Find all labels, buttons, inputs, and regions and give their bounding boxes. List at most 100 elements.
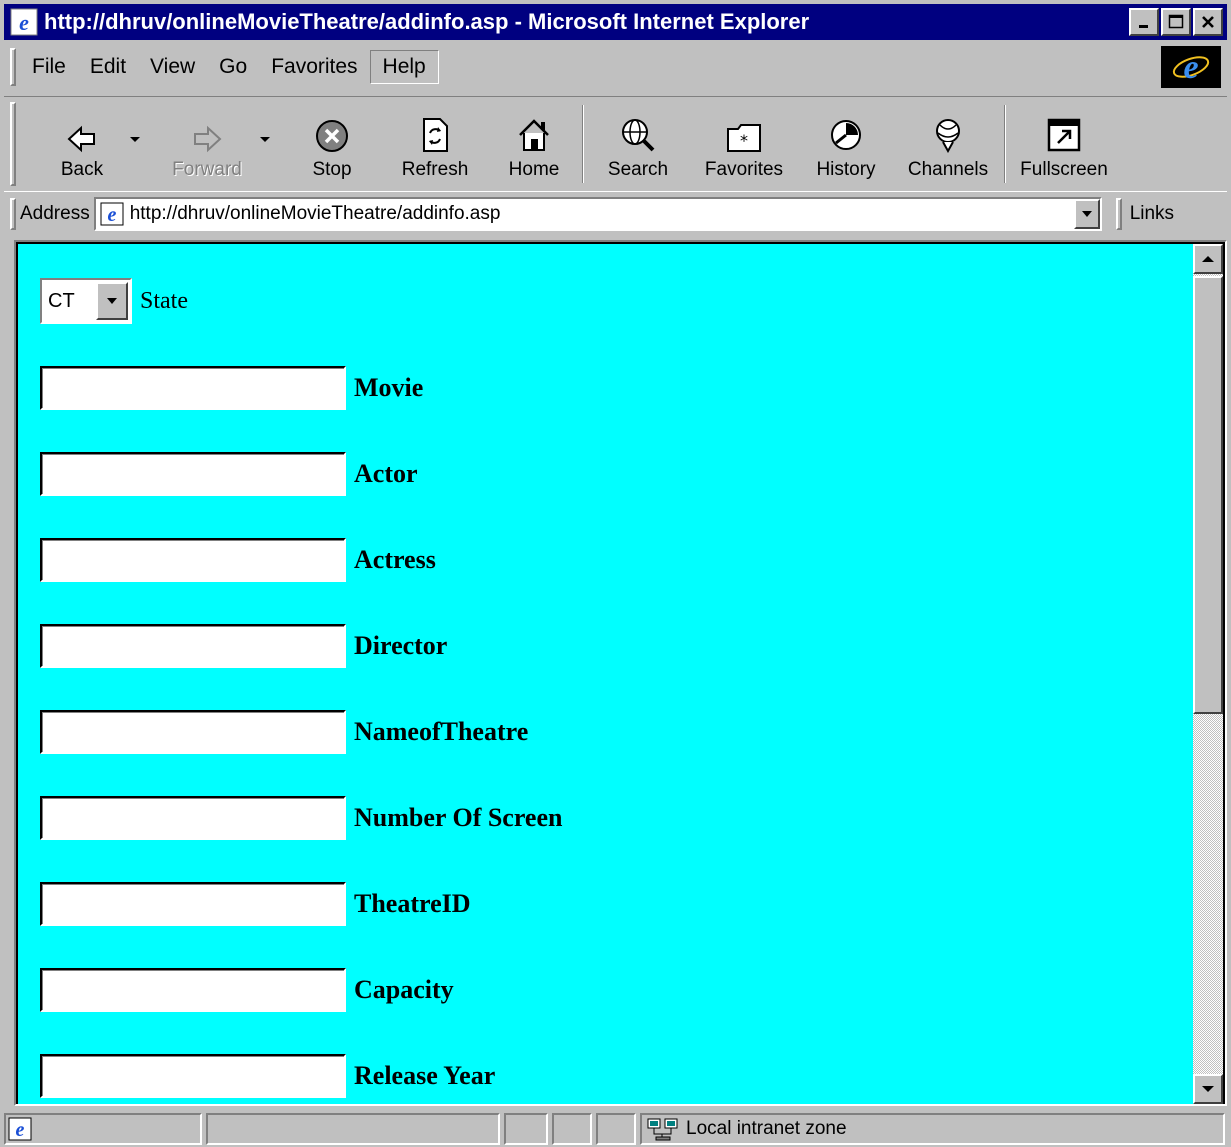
back-arrow-icon: [67, 125, 95, 153]
address-label: Address: [20, 203, 90, 224]
movie-input[interactable]: [40, 366, 346, 410]
refresh-button[interactable]: Refresh: [390, 97, 480, 191]
scroll-down-button[interactable]: [1193, 1074, 1223, 1104]
ie-page-icon: e: [10, 8, 38, 36]
menu-go[interactable]: Go: [207, 51, 259, 83]
search-globe-icon: [622, 119, 655, 152]
actor-input[interactable]: [40, 452, 346, 496]
menu-bar: File Edit View Go Favorites Help e: [4, 42, 1227, 92]
ie-logo-icon: e: [1172, 49, 1210, 86]
status-security-panel: [596, 1112, 636, 1145]
release-year-label: Release Year: [354, 1061, 496, 1090]
refresh-icon: [423, 118, 448, 152]
minimize-button[interactable]: [1129, 8, 1159, 36]
theatre-name-row: NameofTheatre: [40, 710, 528, 754]
back-dropdown-arrow[interactable]: [130, 137, 140, 142]
screen-count-input[interactable]: [40, 796, 346, 840]
status-zone-panel: Local intranet zone: [640, 1112, 1225, 1145]
capacity-row: Capacity: [40, 968, 454, 1012]
stop-button[interactable]: Stop: [292, 97, 372, 191]
scrollbar-thumb[interactable]: [1193, 276, 1223, 714]
back-button[interactable]: Back: [42, 97, 140, 191]
chevron-down-icon: [1081, 211, 1092, 217]
vertical-scrollbar[interactable]: [1193, 244, 1223, 1104]
status-bar: e Local intranet zone: [4, 1110, 1227, 1147]
links-button[interactable]: Links: [1130, 203, 1174, 225]
svg-text:*: *: [740, 131, 748, 150]
svg-text:e: e: [1183, 49, 1198, 86]
theatre-name-input[interactable]: [40, 710, 346, 754]
svg-text:e: e: [16, 1119, 25, 1141]
actress-input[interactable]: [40, 538, 346, 582]
actress-row: Actress: [40, 538, 436, 582]
address-grip[interactable]: [10, 198, 16, 230]
theatre-id-input[interactable]: [40, 882, 346, 926]
favorites-button[interactable]: * Favorites: [696, 97, 792, 191]
address-input[interactable]: e http://dhruv/onlineMovieTheatre/addinf…: [93, 197, 1102, 231]
menu-view[interactable]: View: [138, 51, 207, 83]
state-select[interactable]: CT: [40, 278, 132, 324]
page-icon: e: [100, 202, 124, 226]
theatre-name-label: NameofTheatre: [354, 717, 529, 746]
search-button[interactable]: Search: [598, 97, 678, 191]
close-icon: [1202, 16, 1214, 28]
theatre-id-label: TheatreID: [354, 889, 471, 918]
capacity-label: Capacity: [354, 975, 454, 1004]
intranet-zone-icon: [647, 1118, 678, 1140]
maximize-button[interactable]: [1161, 8, 1191, 36]
svg-text:e: e: [107, 204, 116, 226]
director-label: Director: [354, 631, 448, 660]
menu-grip[interactable]: [10, 48, 16, 86]
screen-count-row: Number Of Screen: [40, 796, 562, 840]
toolbar-grip[interactable]: [10, 102, 16, 186]
director-input[interactable]: [40, 624, 346, 668]
status-main-panel: e: [4, 1112, 202, 1145]
menu-favorites[interactable]: Favorites: [259, 51, 369, 83]
maximize-icon: [1168, 14, 1184, 29]
director-row: Director: [40, 624, 447, 668]
minimize-icon: [1139, 25, 1148, 28]
svg-text:e: e: [19, 10, 29, 35]
home-button[interactable]: Home: [494, 97, 574, 191]
channels-button[interactable]: Channels: [900, 97, 996, 191]
actor-label: Actor: [354, 459, 418, 488]
screen-count-label: Number Of Screen: [354, 803, 563, 832]
title-bar: e http://dhruv/onlineMovieTheatre/addinf…: [4, 4, 1227, 40]
status-text-panel: [206, 1112, 500, 1145]
movie-label: Movie: [354, 373, 424, 402]
actor-row: Actor: [40, 452, 418, 496]
chevron-down-icon: [107, 298, 117, 304]
fullscreen-button[interactable]: Fullscreen: [1014, 97, 1114, 191]
menu-edit[interactable]: Edit: [78, 51, 138, 83]
zone-label: Local intranet zone: [686, 1117, 847, 1139]
capacity-input[interactable]: [40, 968, 346, 1012]
window-title: http://dhruv/onlineMovieTheatre/addinfo.…: [44, 9, 810, 34]
home-icon: [519, 119, 549, 151]
release-year-row: Release Year: [40, 1054, 495, 1098]
ie-logo: e: [1161, 46, 1221, 88]
state-label: State: [140, 287, 188, 314]
status-offline-panel: [552, 1112, 592, 1145]
forward-button[interactable]: Forward: [162, 97, 270, 191]
address-url: http://dhruv/onlineMovieTheatre/addinfo.…: [129, 203, 501, 224]
forward-arrow-icon: [194, 125, 222, 153]
channels-icon: [936, 119, 960, 153]
scroll-up-button[interactable]: [1193, 244, 1223, 274]
menu-help[interactable]: Help: [369, 50, 439, 84]
menu-file[interactable]: File: [20, 51, 78, 83]
state-selected-value: CT: [48, 289, 75, 312]
stop-icon: [316, 120, 348, 152]
forward-dropdown-arrow[interactable]: [260, 137, 270, 142]
release-year-input[interactable]: [40, 1054, 346, 1098]
scroll-down-arrow-icon: [1202, 1086, 1214, 1092]
state-dropdown-button[interactable]: [96, 282, 128, 320]
close-button[interactable]: [1193, 8, 1223, 36]
links-grip[interactable]: [1115, 198, 1122, 230]
state-row: CT State: [40, 278, 188, 324]
page-icon: e: [8, 1117, 32, 1141]
address-dropdown-button[interactable]: [1073, 199, 1100, 229]
page-content: CT State Movie Actor Actress Director Na…: [18, 244, 1194, 1104]
movie-row: Movie: [40, 366, 423, 410]
history-button[interactable]: History: [806, 97, 886, 191]
toolbar-separator: [582, 105, 584, 183]
